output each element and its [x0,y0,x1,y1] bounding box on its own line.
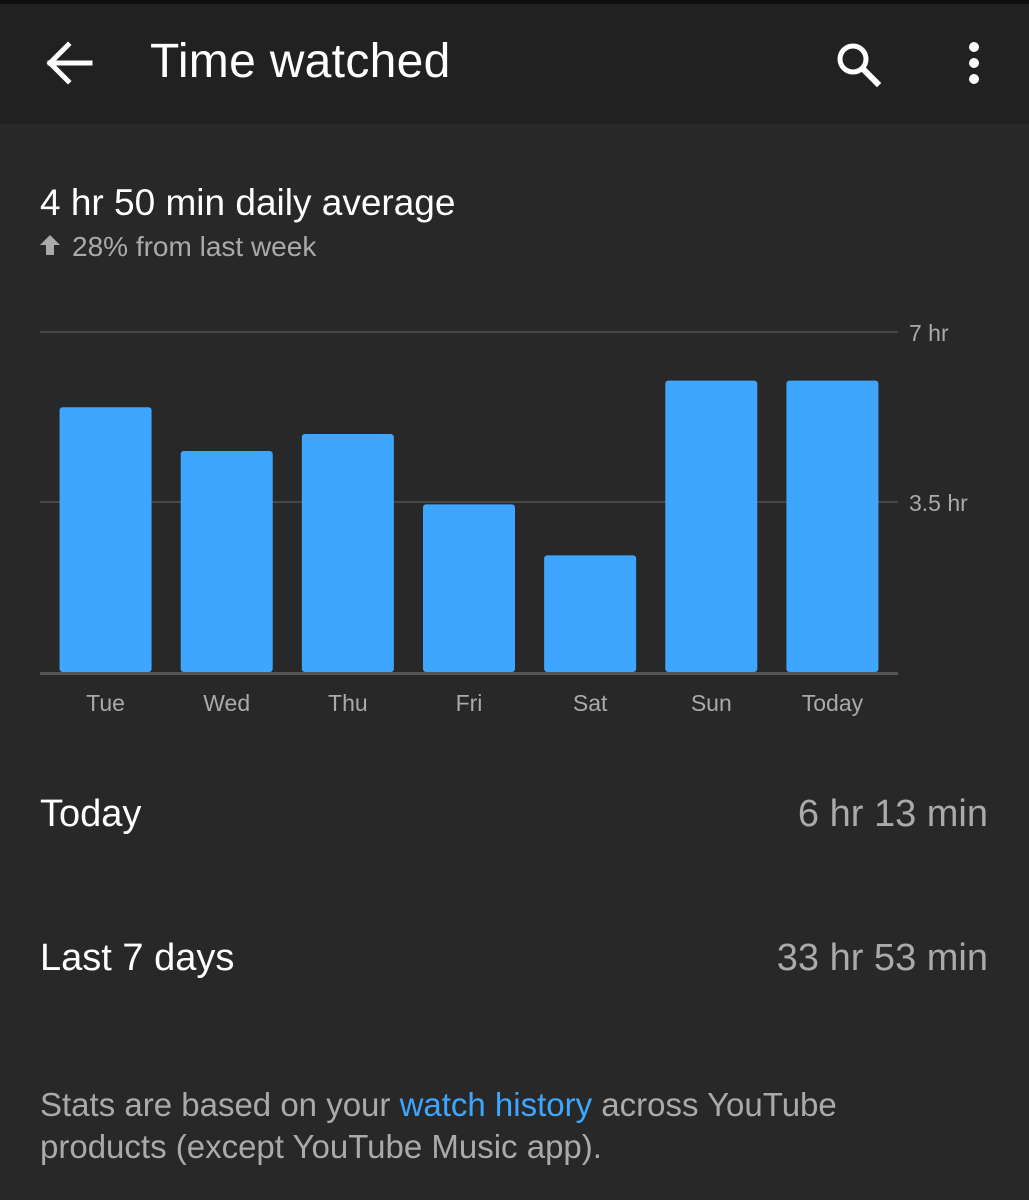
bar-today [786,380,879,672]
x-tick-label: Wed [203,690,250,716]
bar-thu [301,434,394,672]
y-tick-label: 7 hr [909,320,949,346]
page-title: Time watched [150,35,451,88]
daily-average: 4 hr 50 min daily average [40,182,456,223]
today-value: 6 hr 13 min [797,793,988,835]
y-tick-label: 3.5 hr [909,490,968,516]
today-label: Today [40,793,142,835]
watch-history-link[interactable]: watch history [400,1086,593,1123]
x-tick-label: Today [802,690,864,716]
last-7-days-value: 33 hr 53 min [776,937,988,979]
bar-tue [59,407,152,672]
status-bar-edge [0,0,1029,4]
bar-fri [423,504,515,672]
bar-sat [544,555,637,672]
stats-footnote: Stats are based on your watch history ac… [40,1084,940,1168]
bar-sun [665,380,758,672]
x-tick-label: Thu [328,690,368,716]
arrow-back-icon[interactable] [36,32,104,100]
x-tick-label: Tue [86,690,125,716]
arrow-up-icon [38,233,62,262]
last-7-days-label: Last 7 days [40,937,235,979]
footnote-text-before: Stats are based on your [40,1086,400,1123]
x-tick-label: Fri [456,690,483,716]
search-icon[interactable] [824,32,892,100]
bar-wed [180,451,273,672]
weekly-change-text: 28% from last week [72,231,317,262]
weekly-change: 28% from last week [38,229,316,265]
more-vert-icon[interactable] [940,32,1008,100]
x-tick-label: Sun [691,690,732,716]
app-bar: Time watched [0,0,1029,124]
x-tick-label: Sat [573,690,608,716]
watch-time-bar-chart: 3.5 hr 7 hr Tue Wed Thu Fri Sat Sun Today [40,320,968,716]
